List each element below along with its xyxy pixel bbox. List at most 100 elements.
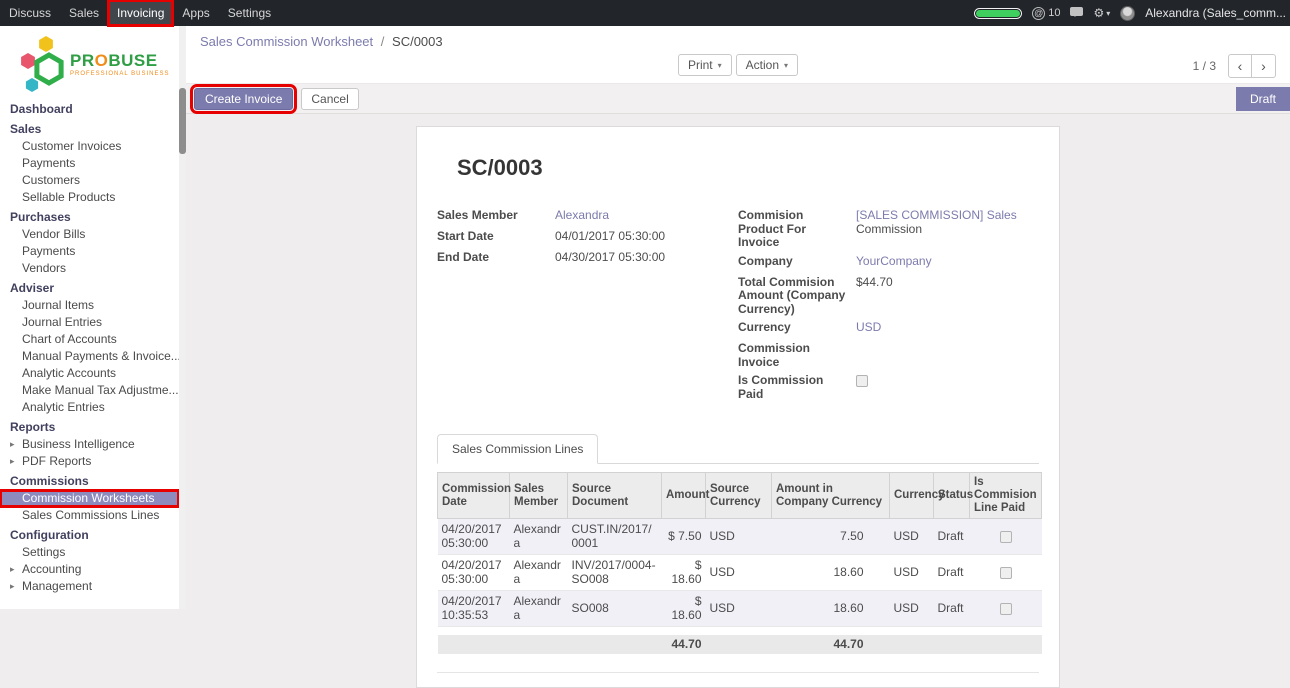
cell-status: Draft bbox=[934, 555, 970, 591]
field-value-link[interactable]: Alexandra bbox=[555, 208, 609, 222]
sidebar-item-manual-payments-invoice[interactable]: Manual Payments & Invoice... bbox=[0, 348, 179, 365]
topbar-item-sales[interactable]: Sales bbox=[60, 0, 108, 26]
sidebar-item-vendors[interactable]: Vendors bbox=[0, 260, 179, 277]
checkbox-unchecked[interactable] bbox=[856, 375, 868, 387]
table-header-row: Commission DateSales MemberSource Docume… bbox=[438, 473, 1042, 519]
activity-counter[interactable]: @ 10 bbox=[1032, 7, 1060, 20]
company-amount-total: 44.70 bbox=[772, 635, 890, 655]
record-title: SC/0003 bbox=[457, 155, 1039, 181]
field-commision-product-for-invoice: Commision Product For Invoice[SALES COMM… bbox=[738, 207, 1039, 250]
sidebar-item-vendor-bills[interactable]: Vendor Bills bbox=[0, 226, 179, 243]
field-value bbox=[856, 340, 1039, 342]
column-header-sales-member[interactable]: Sales Member bbox=[510, 473, 568, 519]
column-header-amount-in-company-currency[interactable]: Amount in Company Currency bbox=[772, 473, 890, 519]
sidebar-item-chart-of-accounts[interactable]: Chart of Accounts bbox=[0, 331, 179, 348]
sidebar-item-label: Management bbox=[22, 579, 92, 593]
commission-line-row[interactable]: 04/20/2017 05:30:00AlexandraCUST.IN/2017… bbox=[438, 519, 1042, 555]
field-value-link[interactable]: [SALES COMMISSION] Sales bbox=[856, 208, 1017, 222]
sidebar-item-label: Analytic Accounts bbox=[22, 366, 116, 380]
commission-lines-table: Commission DateSales MemberSource Docume… bbox=[437, 472, 1042, 654]
sidebar-item-reports[interactable]: Reports bbox=[0, 419, 179, 436]
pager-previous-button[interactable]: ‹ bbox=[1228, 54, 1252, 78]
tab-sales-commission-lines[interactable]: Sales Commission Lines bbox=[437, 434, 598, 464]
sidebar-item-sales-commissions-lines[interactable]: Sales Commissions Lines bbox=[0, 507, 179, 524]
sidebar-item-business-intelligence[interactable]: ▸Business Intelligence bbox=[0, 436, 179, 453]
field-total-commision-amount-company-currency: Total Commision Amount (Company Currency… bbox=[738, 274, 1039, 317]
sidebar-item-analytic-entries[interactable]: Analytic Entries bbox=[0, 399, 179, 416]
cell-is-commision-line-paid bbox=[970, 519, 1042, 555]
pager: 1 / 3 ‹ › bbox=[1193, 54, 1276, 78]
create-invoice-button[interactable]: Create Invoice bbox=[194, 88, 293, 110]
field-label: Total Commision Amount (Company Currency… bbox=[738, 274, 856, 317]
breadcrumb-separator: / bbox=[381, 34, 385, 49]
topbar-item-settings[interactable]: Settings bbox=[219, 0, 280, 26]
cell-status: Draft bbox=[934, 519, 970, 555]
sidebar-item-dashboard[interactable]: Dashboard bbox=[0, 101, 179, 118]
breadcrumb-parent[interactable]: Sales Commission Worksheet bbox=[200, 34, 373, 49]
field-value-link[interactable]: YourCompany bbox=[856, 254, 932, 268]
sidebar-item-customers[interactable]: Customers bbox=[0, 172, 179, 189]
form-sheet: SC/0003 Sales MemberAlexandraStart Date0… bbox=[416, 126, 1060, 688]
gear-menu[interactable]: ⚙ ▾ bbox=[1093, 6, 1110, 20]
sidebar-item-label: Chart of Accounts bbox=[22, 332, 117, 346]
cell-commission-date: 04/20/2017 05:30:00 bbox=[438, 519, 510, 555]
sidebar-item-label: Reports bbox=[10, 420, 55, 434]
field-end-date: End Date04/30/2017 05:30:00 bbox=[437, 249, 738, 267]
sidebar-item-pdf-reports[interactable]: ▸PDF Reports bbox=[0, 453, 179, 470]
line-paid-checkbox bbox=[1000, 567, 1012, 579]
totals-row: 44.7044.70 bbox=[438, 635, 1042, 655]
sidebar-item-commissions[interactable]: Commissions bbox=[0, 473, 179, 490]
pager-counter: 1 / 3 bbox=[1193, 59, 1216, 73]
expand-caret-icon: ▸ bbox=[10, 453, 15, 470]
cell-currency: USD bbox=[890, 519, 934, 555]
sidebar-item-label: Commission Worksheets bbox=[22, 491, 154, 505]
user-menu[interactable]: Alexandra (Sales_comm... bbox=[1145, 6, 1286, 20]
action-button[interactable]: Action ▾ bbox=[736, 54, 798, 76]
table-spacer-row bbox=[438, 627, 1042, 635]
sidebar-item-make-manual-tax-adjustme[interactable]: Make Manual Tax Adjustme... bbox=[0, 382, 179, 399]
sidebar-item-management[interactable]: ▸Management bbox=[0, 578, 179, 595]
field-value: [SALES COMMISSION] SalesCommission bbox=[856, 207, 1039, 236]
print-button[interactable]: Print ▾ bbox=[678, 54, 732, 76]
sidebar-item-commission-worksheets[interactable]: Commission Worksheets bbox=[0, 490, 179, 507]
sidebar-item-configuration[interactable]: Configuration bbox=[0, 527, 179, 544]
column-header-currency[interactable]: Currency bbox=[890, 473, 934, 519]
field-groups: Sales MemberAlexandraStart Date04/01/201… bbox=[437, 207, 1039, 404]
column-header-status[interactable]: Status bbox=[934, 473, 970, 519]
field-value-link[interactable]: USD bbox=[856, 320, 881, 334]
commission-line-row[interactable]: 04/20/2017 05:30:00AlexandraINV/2017/000… bbox=[438, 555, 1042, 591]
sidebar-item-journal-items[interactable]: Journal Items bbox=[0, 297, 179, 314]
column-header-commission-date[interactable]: Commission Date bbox=[438, 473, 510, 519]
sidebar-item-payments[interactable]: Payments bbox=[0, 243, 179, 260]
sidebar-item-sales[interactable]: Sales bbox=[0, 121, 179, 138]
sidebar-item-sellable-products[interactable]: Sellable Products bbox=[0, 189, 179, 206]
field-label: Is Commission Paid bbox=[738, 372, 856, 401]
sidebar-item-customer-invoices[interactable]: Customer Invoices bbox=[0, 138, 179, 155]
field-is-commission-paid: Is Commission Paid bbox=[738, 372, 1039, 401]
sidebar-scrollbar-thumb[interactable] bbox=[179, 88, 186, 154]
topbar-item-apps[interactable]: Apps bbox=[173, 0, 218, 26]
column-header-amount[interactable]: Amount bbox=[662, 473, 706, 519]
sidebar-item-payments[interactable]: Payments bbox=[0, 155, 179, 172]
sidebar-item-adviser[interactable]: Adviser bbox=[0, 280, 179, 297]
at-icon: @ bbox=[1032, 7, 1045, 20]
pager-next-button[interactable]: › bbox=[1252, 54, 1276, 78]
sidebar-item-label: Accounting bbox=[22, 562, 81, 576]
column-header-source-currency[interactable]: Source Currency bbox=[706, 473, 772, 519]
sidebar-item-accounting[interactable]: ▸Accounting bbox=[0, 561, 179, 578]
topbar-item-discuss[interactable]: Discuss bbox=[0, 0, 60, 26]
notebook-tabs: Sales Commission Lines bbox=[437, 434, 1039, 464]
topbar-item-invoicing[interactable]: Invoicing bbox=[108, 0, 173, 26]
chat-icon[interactable] bbox=[1070, 7, 1083, 16]
column-header-is-commision-line-paid[interactable]: Is Commision Line Paid bbox=[970, 473, 1042, 519]
right-field-group: Commision Product For Invoice[SALES COMM… bbox=[738, 207, 1039, 404]
sidebar-item-purchases[interactable]: Purchases bbox=[0, 209, 179, 226]
cancel-button[interactable]: Cancel bbox=[301, 88, 358, 110]
sidebar-scrollbar[interactable] bbox=[179, 26, 186, 609]
column-header-source-document[interactable]: Source Document bbox=[568, 473, 662, 519]
totals-cell bbox=[568, 635, 662, 655]
sidebar-item-settings[interactable]: Settings bbox=[0, 544, 179, 561]
cell-amount-in-company-currency: 7.50 bbox=[772, 519, 890, 555]
sidebar-item-journal-entries[interactable]: Journal Entries bbox=[0, 314, 179, 331]
sidebar-item-analytic-accounts[interactable]: Analytic Accounts bbox=[0, 365, 179, 382]
